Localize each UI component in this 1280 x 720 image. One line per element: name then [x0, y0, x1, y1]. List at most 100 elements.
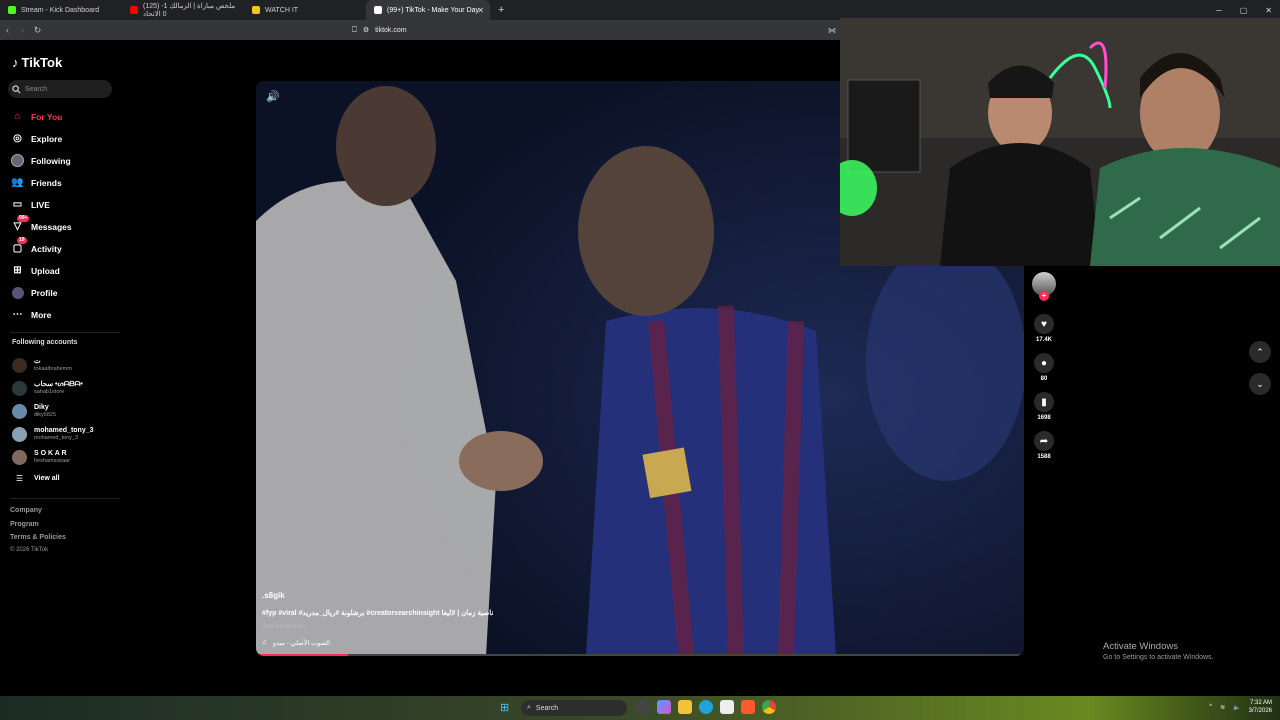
search-icon: ⌕ — [527, 704, 531, 711]
friends-icon: 👥 — [11, 177, 24, 188]
forward-icon[interactable]: › — [15, 25, 30, 35]
upload-icon: ⊞ — [13, 265, 22, 276]
comment-icon: ● — [1034, 353, 1054, 373]
tiktok-note-icon: ♪ — [12, 55, 19, 70]
site-info-icon[interactable]: ⚙ — [363, 26, 369, 34]
list-icon: ☰ — [15, 474, 24, 483]
following-account[interactable]: ت tokaalbrahemm — [12, 358, 72, 373]
activate-title: Activate Windows — [1103, 641, 1178, 652]
nav-profile[interactable]: Profile — [11, 286, 57, 299]
chrome-icon[interactable] — [762, 700, 776, 714]
share-icon: ➦ — [1034, 431, 1054, 451]
back-icon[interactable]: ‹ — [0, 25, 15, 35]
following-icon — [11, 154, 24, 167]
edge-icon[interactable] — [699, 700, 713, 714]
tab-youtube[interactable]: (125) ملخص مباراة | الزمالك 1-0 الاتحاد — [122, 0, 244, 20]
nav-following[interactable]: Following — [11, 154, 71, 167]
divider — [10, 332, 120, 333]
account-handle: heshamsokaar — [34, 458, 71, 464]
following-account[interactable]: mohamed_tony_3 mohamed_tony_3 — [12, 427, 94, 442]
comment-button[interactable]: ● 80 — [1032, 353, 1056, 382]
task-view-icon[interactable] — [636, 700, 650, 714]
account-name: Diky — [34, 404, 49, 411]
wifi-icon[interactable]: ≋ — [1220, 704, 1225, 711]
nav-activity[interactable]: ▢ 19 Activity — [11, 237, 62, 255]
heart-icon: ♥ — [1034, 314, 1054, 334]
follow-plus-icon[interactable]: + — [1039, 291, 1049, 301]
account-handle: sahab1store — [34, 389, 65, 395]
tiktok-logo[interactable]: ♪ TikTok — [12, 55, 62, 70]
webcam-overlay — [840, 18, 1280, 266]
activity-icon: ▢ 19 — [12, 237, 27, 254]
tab-label: Stream - Kick Dashboard — [21, 6, 100, 14]
next-video-button[interactable]: ⌄ — [1249, 373, 1271, 395]
tab-kick[interactable]: Stream - Kick Dashboard — [0, 0, 122, 20]
close-tab-icon[interactable]: ✕ — [477, 6, 484, 15]
nav-friends[interactable]: 👥 Friends — [11, 176, 61, 189]
file-explorer-icon[interactable] — [678, 700, 692, 714]
creator-avatar[interactable]: + — [1032, 272, 1056, 301]
following-account[interactable]: S O K A Rheshamsokaar — [12, 450, 70, 465]
windows-start-icon[interactable]: ⊞ — [500, 701, 509, 714]
footer-company-link[interactable]: Company — [10, 507, 42, 514]
video-author[interactable]: .s8gik — [262, 591, 285, 600]
nav-more[interactable]: ⋯ More — [11, 308, 52, 321]
live-icon: ▭ — [12, 199, 23, 210]
search-input[interactable]: Search — [8, 80, 112, 98]
speaker-icon[interactable]: 🔈 — [1233, 704, 1240, 711]
reload-icon[interactable]: ↻ — [30, 25, 45, 36]
maximize-button[interactable]: ▢ — [1240, 6, 1248, 15]
activate-windows-watermark: Activate Windows Go to Settings to activ… — [1103, 641, 1214, 661]
clock[interactable]: 7:32 AM 3/7/2026 — [1249, 699, 1272, 715]
new-tab-button[interactable]: + — [490, 4, 504, 16]
kick-favicon-icon — [8, 6, 16, 14]
store-icon[interactable] — [720, 700, 734, 714]
nav-explore[interactable]: ◎ Explore — [11, 132, 62, 145]
footer-program-link[interactable]: Program — [10, 521, 39, 528]
tray-chevron-icon[interactable]: ^ — [1209, 704, 1212, 710]
following-account[interactable]: Diky diky5825 — [12, 404, 56, 419]
nav-label: Profile — [31, 287, 58, 298]
nav-upload[interactable]: ⊞ Upload — [11, 264, 60, 277]
account-name: سحاب •ᔕᗩᗷᗩ• — [34, 381, 83, 388]
taskbar-search-label: Search — [535, 704, 559, 712]
previous-video-button[interactable]: ⌃ — [1249, 341, 1271, 363]
taskbar-search[interactable]: ⌕ Search — [521, 700, 627, 716]
clock-time: 7:32 AM — [1249, 700, 1272, 706]
like-count: 17.4K — [1035, 337, 1052, 343]
nav-messages[interactable]: ▽ 99+ Messages — [11, 215, 72, 233]
footer-terms-link[interactable]: Terms & Policies — [10, 534, 66, 541]
address-bar[interactable]: ⎕ ⚙ tiktok.com — [352, 23, 840, 37]
tab-label: WATCH IT — [265, 6, 299, 14]
view-all-link[interactable]: ☰ View all — [12, 474, 60, 483]
bookmark-icon[interactable]: ⎕ — [352, 25, 357, 35]
following-account[interactable]: سحاب •ᔕᗩᗷᗩ• sahab1store — [12, 381, 83, 396]
share-count: 1588 — [1037, 454, 1051, 460]
nav-label: For You — [31, 111, 63, 122]
like-button[interactable]: ♥ 17.4K — [1032, 314, 1056, 343]
tiktok-favicon-icon — [374, 6, 382, 14]
tab-tiktok[interactable]: (99+) TikTok - Make Your Day ✕ — [366, 0, 490, 20]
windows-taskbar: ⊞ ⌕ Search ^ ≋ 🔈 7:32 AM 3/7/2026 — [0, 696, 1280, 720]
progress-bar[interactable] — [256, 654, 1024, 656]
see-translation-link[interactable]: See translation — [262, 623, 305, 630]
share-button[interactable]: ➦ 1588 — [1032, 431, 1056, 460]
close-window-button[interactable]: ✕ — [1265, 6, 1272, 15]
tab-watchit[interactable]: WATCH IT — [244, 0, 366, 20]
nav-label: Following — [31, 155, 71, 166]
bookmark-icon: ▮ — [1034, 392, 1054, 412]
volume-icon[interactable]: 🔊 — [266, 90, 280, 103]
copilot-icon[interactable] — [657, 700, 671, 714]
video-caption: #fyp #viral #برشلونة #ريال_مدريد #creato… — [262, 610, 494, 617]
nav-for-you[interactable]: ⌂ For You — [11, 110, 62, 123]
save-button[interactable]: ▮ 1698 — [1032, 392, 1056, 421]
action-bar: + ♥ 17.4K ● 80 ▮ 1698 ➦ 1588 — [1031, 272, 1057, 460]
nav-label: More — [31, 309, 52, 320]
nav-live[interactable]: ▭ LIVE — [11, 198, 50, 211]
music-info[interactable]: ♫ الصوت الأصلي - ميدو — [262, 639, 330, 647]
chevron-down-icon: ⌄ — [1256, 378, 1264, 389]
minimize-button[interactable]: ─ — [1216, 6, 1222, 15]
brave-icon[interactable] — [741, 700, 755, 714]
extension-icon[interactable]: ⋈ — [828, 26, 836, 35]
nav-label: Activity — [31, 243, 62, 254]
